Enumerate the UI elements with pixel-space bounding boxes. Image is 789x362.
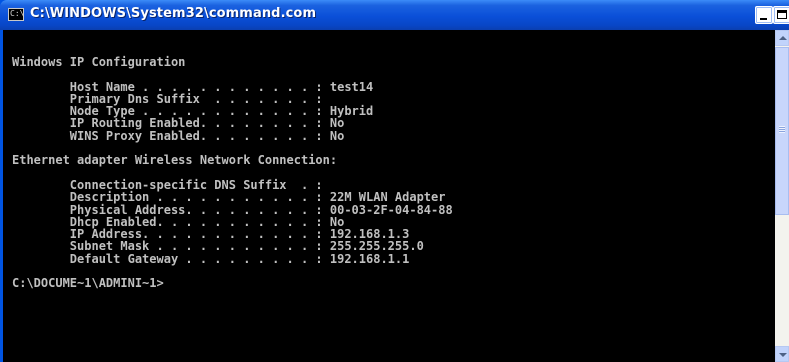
title-bar[interactable]: C:\ C:\WINDOWS\System32\command.com: [0, 0, 789, 30]
vertical-scrollbar[interactable]: [775, 30, 789, 362]
console-output-area[interactable]: Windows IP Configuration Host Name . . .…: [3, 30, 775, 362]
console-line: C:\DOCUME~1\ADMINI~1>: [12, 276, 164, 291]
console-app-icon[interactable]: C:\: [8, 8, 24, 21]
minimize-button[interactable]: [755, 6, 773, 24]
command-prompt-window: C:\ C:\WINDOWS\System32\command.com Wind…: [0, 0, 789, 362]
window-title: C:\WINDOWS\System32\command.com: [30, 6, 317, 21]
scroll-grip-icon: [779, 126, 785, 133]
console-line: Default Gateway . . . . . . . . . : 192.…: [12, 251, 410, 266]
console-text: Windows IP Configuration Host Name . . .…: [12, 56, 453, 290]
console-line: Ethernet adapter Wireless Network Connec…: [12, 153, 338, 168]
scroll-thumb[interactable]: [775, 47, 789, 215]
scroll-down-arrow-icon[interactable]: [775, 346, 789, 362]
scroll-up-arrow-icon[interactable]: [775, 30, 789, 46]
console-line: WINS Proxy Enabled. . . . . . . . : No: [12, 128, 345, 143]
console-line: Windows IP Configuration: [12, 55, 186, 69]
maximize-button[interactable]: [773, 6, 789, 24]
